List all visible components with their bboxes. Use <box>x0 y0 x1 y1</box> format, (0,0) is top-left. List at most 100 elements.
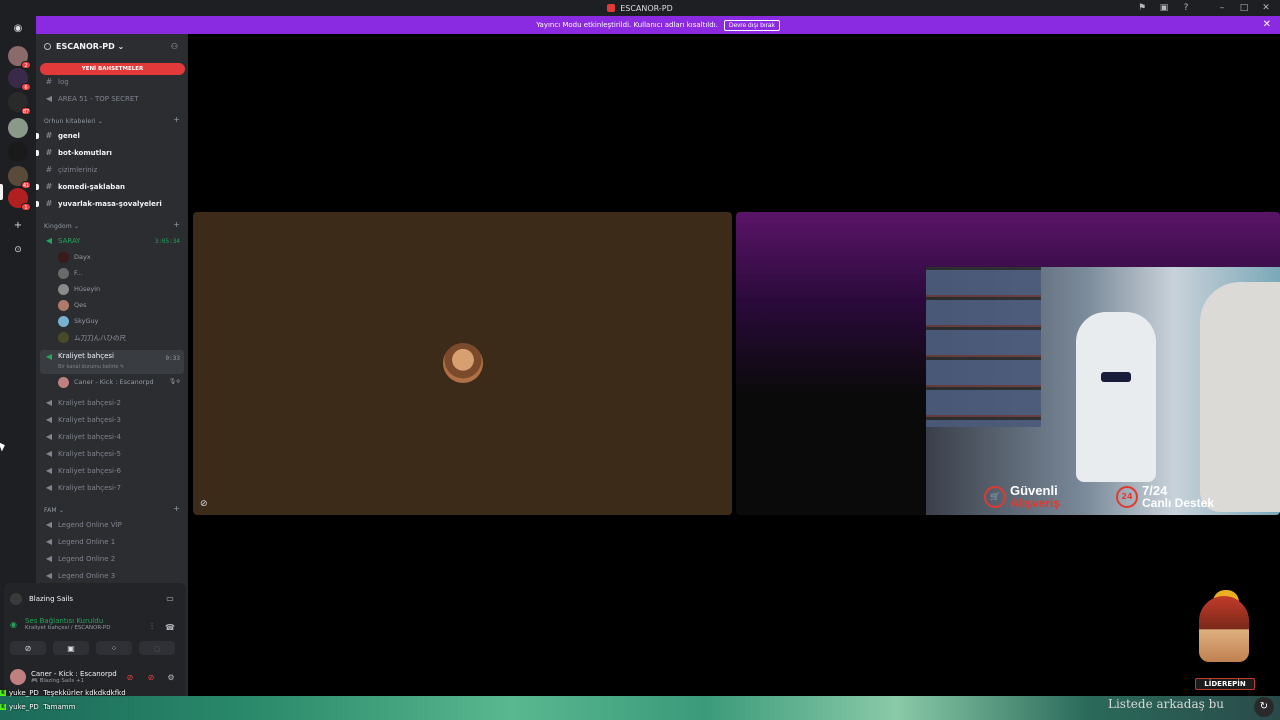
avatar <box>58 267 69 279</box>
gear-icon[interactable]: ⚙ <box>165 671 177 683</box>
voice-timer: 0:33 <box>165 355 180 362</box>
window-title: ESCANOR-PD <box>620 3 673 13</box>
inbox-icon[interactable]: ▣ <box>1158 2 1170 14</box>
voice-channel[interactable]: ◀ Legend Online 2 <box>40 551 184 566</box>
pin-icon[interactable]: ⚑ <box>1136 2 1148 14</box>
minimize-icon[interactable]: – <box>1216 2 1228 14</box>
voice-channel[interactable]: ◀ Legend Online 3 <box>40 568 184 583</box>
voice-channel[interactable]: ◀ Kraliyet bahçesi-3 <box>40 412 184 427</box>
server-icon[interactable]: 2 <box>8 46 31 69</box>
voice-connection[interactable]: ◉ Ses Bağlantısı Kuruldu Kraliyet bahçes… <box>10 617 110 631</box>
camera-button[interactable]: ⊘ <box>10 641 46 655</box>
hash-icon: # <box>45 199 53 208</box>
guild-name: ESCANOR-PD ⌄ <box>56 42 125 51</box>
liderepin-logo: LİDEREPİN <box>1185 590 1265 695</box>
disable-streamer-mode-button[interactable]: Devre dışı bırak <box>723 19 780 31</box>
voice-user-self[interactable]: Caner - Kick : Escanorpd <box>58 375 154 389</box>
user-info[interactable]: Caner - Kick : Escanorpd 🎮 Blazing Sails… <box>10 669 117 685</box>
spartan-mascot-icon <box>1199 596 1249 662</box>
participant-tile[interactable]: ⊘ <box>193 212 732 515</box>
voice-channel-kraliyet[interactable]: ◀ Kraliyet bahçesi <box>40 350 184 374</box>
voice-user[interactable]: ム刀刀ん八ひの尺 <box>58 330 126 344</box>
voice-user[interactable]: SkyGuy <box>58 314 99 328</box>
server-icon[interactable]: 41 <box>8 166 31 189</box>
channel-area51[interactable]: ◀ AREA 51 - TOP SECRET <box>40 91 184 106</box>
speaker-icon: ◀ <box>45 449 53 458</box>
promo-secure-shopping: 🛒 Güvenli Alışveriş <box>984 484 1060 509</box>
noise-suppression-icon[interactable]: ⫶ <box>146 621 158 633</box>
server-icon-escanor[interactable]: 1 <box>8 188 31 211</box>
voice-timer: 3:05:34 <box>154 238 180 245</box>
unread-indicator <box>36 183 39 190</box>
speaker-icon: ◀ <box>45 352 53 361</box>
activities-button[interactable]: ⁘ <box>96 641 132 655</box>
webcam-video <box>926 267 1280 515</box>
maximize-icon[interactable]: □ <box>1238 2 1250 14</box>
channel-komedi[interactable]: # komedi-şaklaban <box>36 179 184 194</box>
category-orhun[interactable]: Orhun kitabeleri ⌄ <box>44 118 103 125</box>
muted-deafened-icon: 🎙⊘ <box>168 378 180 385</box>
invite-people-icon[interactable]: ⚇ <box>171 42 178 51</box>
voice-user[interactable]: F... <box>58 266 83 280</box>
server-icon[interactable] <box>8 118 28 138</box>
close-icon[interactable]: ✕ <box>1263 19 1271 30</box>
avatar <box>58 331 69 343</box>
user-status: 🎮 Blazing Sails +1 <box>31 678 85 684</box>
activity-icon <box>10 593 22 605</box>
soundboard-button[interactable]: ◌ <box>139 641 175 655</box>
server-icon[interactable] <box>8 142 28 162</box>
headphones-deafened-icon[interactable]: ⊘ <box>145 671 157 683</box>
guild-header[interactable]: ESCANOR-PD ⌄ ⚇ <box>36 34 188 59</box>
discover-icon[interactable]: ⊙ <box>8 240 28 260</box>
close-window-icon[interactable]: ✕ <box>1260 2 1272 14</box>
home-discord-icon[interactable]: ◉ <box>9 20 27 38</box>
avatar <box>10 669 26 685</box>
server-icon[interactable]: 87 <box>8 92 31 115</box>
voice-user[interactable]: Qes <box>58 298 87 312</box>
kick-icon: K <box>0 704 6 710</box>
stream-tile[interactable]: 🛒 Güvenli Alışveriş 24 7/24 Canlı Destek <box>736 212 1280 515</box>
help-icon[interactable]: ? <box>1180 2 1192 14</box>
channel-status-prompt[interactable]: Bir kanal durumu belirle ✎ <box>58 364 124 370</box>
speaker-icon: ◀ <box>45 236 53 245</box>
activity-row[interactable]: Blazing Sails <box>10 593 73 605</box>
voice-channel[interactable]: ◀ Kraliyet bahçesi-7 <box>40 480 184 495</box>
voice-channel[interactable]: ◀ Kraliyet bahçesi-5 <box>40 446 184 461</box>
channel-bot-komutlari[interactable]: # bot-komutları <box>36 145 184 160</box>
speaker-icon: ◀ <box>45 571 53 580</box>
activity-name: Blazing Sails <box>29 595 74 603</box>
channel-log[interactable]: # log <box>40 74 184 89</box>
avatar <box>58 251 69 263</box>
create-channel-icon[interactable]: + <box>173 504 180 513</box>
voice-channel[interactable]: ◀ Kraliyet bahçesi-4 <box>40 429 184 444</box>
category-fam[interactable]: FAM ⌄ <box>44 507 64 514</box>
share-screen-button[interactable]: ▣ <box>53 641 89 655</box>
voice-channel[interactable]: ◀ Kraliyet bahçesi-2 <box>40 395 184 410</box>
user-name: Caner - Kick : Escanorpd <box>31 670 117 678</box>
promo-live-support: 24 7/24 Canlı Destek <box>1116 484 1214 509</box>
channel-genel[interactable]: # genel <box>36 128 184 143</box>
add-server-icon[interactable]: + <box>8 216 28 236</box>
selected-server-indicator <box>0 184 3 200</box>
voice-channel[interactable]: ◀ Kraliyet bahçesi-6 <box>40 463 184 478</box>
mic-muted-icon[interactable]: ⊘ <box>124 671 136 683</box>
voice-user[interactable]: Dayx <box>58 250 91 264</box>
category-kingdom[interactable]: Kingdom ⌄ <box>44 223 79 230</box>
voice-channel[interactable]: ◀ Legend Online 1 <box>40 534 184 549</box>
cart-icon: 🛒 <box>984 485 1006 508</box>
create-channel-icon[interactable]: + <box>173 115 180 124</box>
channel-yuvarlak-masa[interactable]: # yuvarlak-masa-şovalyeleri <box>36 196 184 211</box>
unread-indicator <box>36 132 39 139</box>
overlay-ticker: Listede arkadaş bu <box>1108 697 1225 711</box>
screen-share-icon[interactable]: ▭ <box>164 592 176 604</box>
avatar <box>58 315 69 327</box>
unread-indicator <box>36 200 39 207</box>
create-channel-icon[interactable]: + <box>173 220 180 229</box>
voice-channel[interactable]: ◀ Legend Online VİP <box>40 517 184 532</box>
disconnect-icon[interactable]: ☎ <box>164 621 176 633</box>
server-icon[interactable]: 6 <box>8 68 31 91</box>
app-logo-icon <box>607 4 616 12</box>
channel-cizimleriniz[interactable]: # çizimleriniz <box>40 162 184 177</box>
voice-user[interactable]: Hüseyin <box>58 282 100 296</box>
refresh-icon[interactable]: ↻ <box>1254 697 1274 717</box>
